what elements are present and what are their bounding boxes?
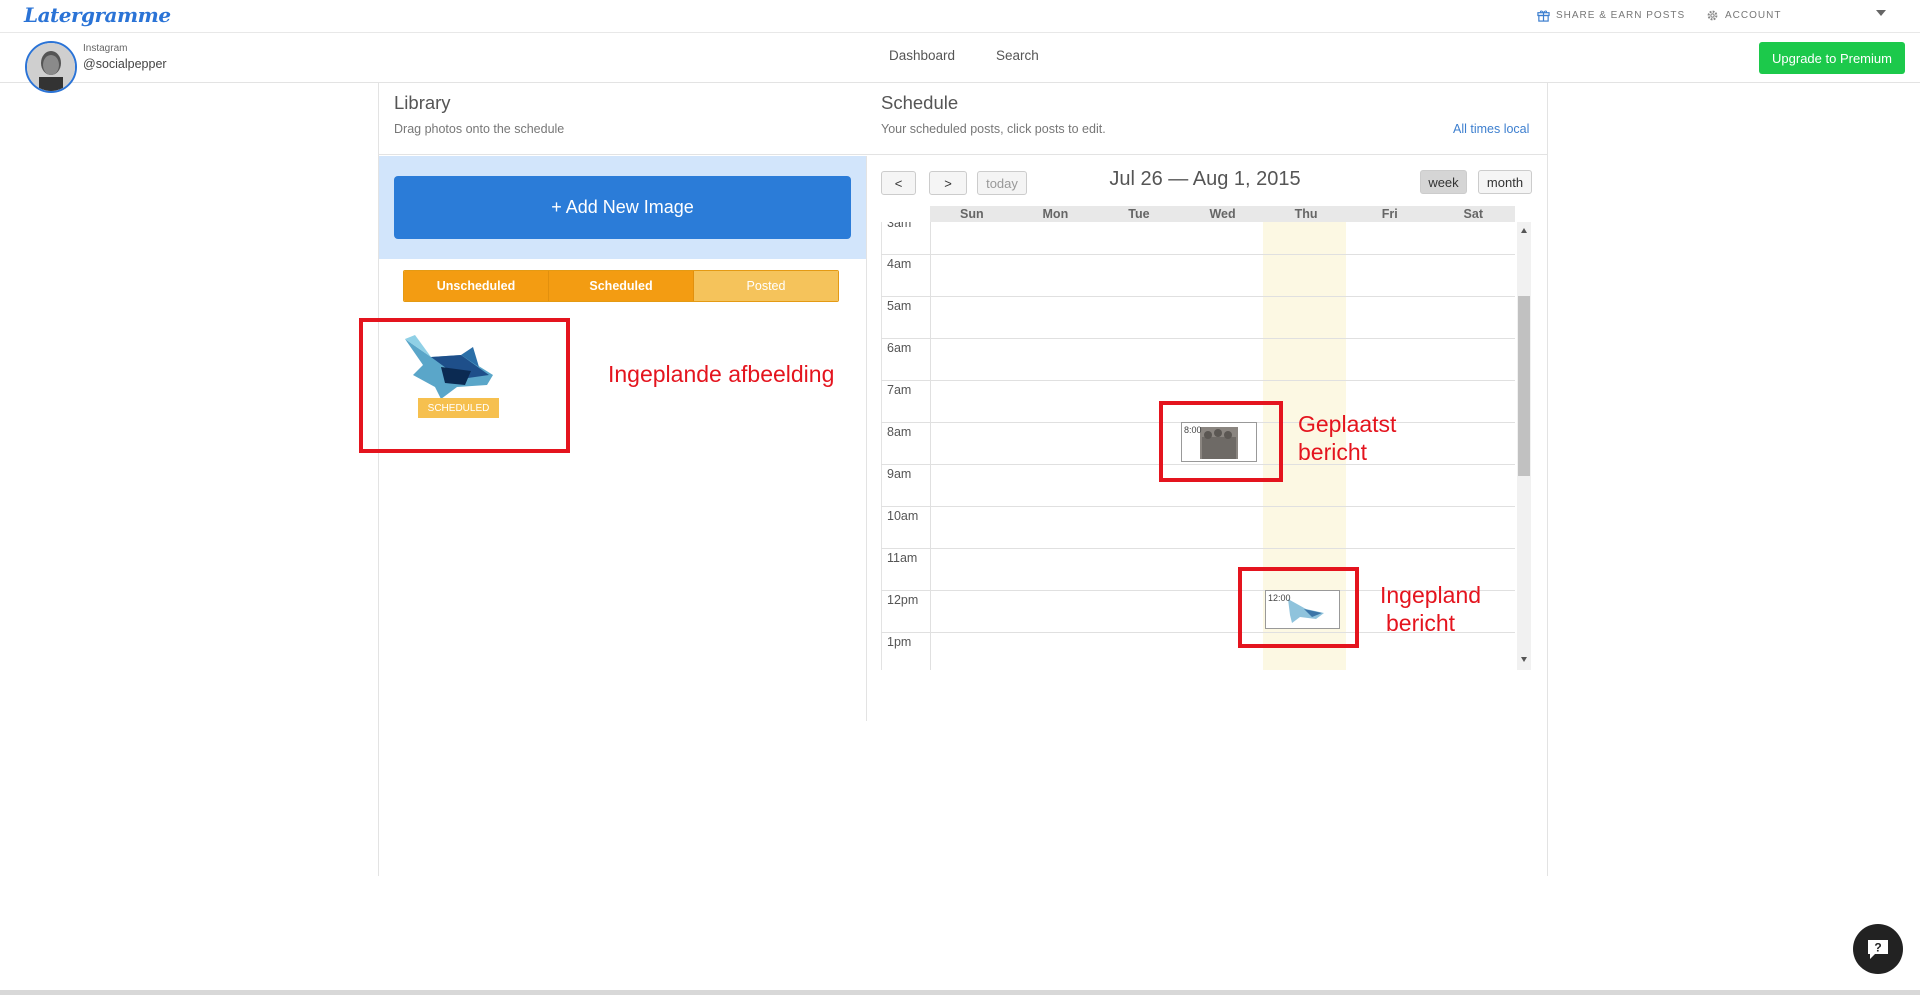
day-header-tue: Tue xyxy=(1128,207,1150,221)
day-header-sun: Sun xyxy=(959,207,984,221)
filter-unscheduled[interactable]: Unscheduled xyxy=(404,271,549,301)
hour-label: 1pm xyxy=(887,635,912,649)
event-time: 12:00 xyxy=(1268,593,1291,603)
account-type: Instagram xyxy=(83,43,128,54)
next-week-button[interactable]: > xyxy=(929,171,967,195)
account-label: ACCOUNT xyxy=(1725,10,1782,21)
gear-icon xyxy=(1707,10,1718,21)
column-divider xyxy=(866,156,867,721)
hour-line xyxy=(881,380,1515,381)
calendar-date-range: Jul 26 — Aug 1, 2015 xyxy=(1109,168,1301,190)
library-filter-tabs: Unscheduled Scheduled Posted xyxy=(403,270,839,302)
hour-label: 11am xyxy=(887,551,918,565)
question-chat-icon: ? xyxy=(1868,940,1888,959)
share-earn-link[interactable]: SHARE & EARN POSTS xyxy=(1537,9,1685,22)
annotation-box-library-image xyxy=(359,318,570,453)
nav-dashboard[interactable]: Dashboard xyxy=(889,48,955,63)
svg-text:?: ? xyxy=(1874,941,1881,955)
hour-label: 8am xyxy=(887,425,912,439)
annotation-box-scheduled xyxy=(1238,567,1359,648)
top-bar: Latergramme SHARE & EARN POSTS ACCOUNT xyxy=(0,0,1920,33)
account-menu[interactable]: ACCOUNT xyxy=(1706,9,1781,22)
annotation-scheduled-line2: bericht xyxy=(1386,610,1456,636)
calendar-scroll-thumb[interactable] xyxy=(1518,296,1530,476)
schedule-subtitle: Your scheduled posts, click posts to edi… xyxy=(881,122,1106,136)
times-local-link[interactable]: All times local xyxy=(1453,122,1529,136)
annotation-library-image: Ingeplande afbeelding xyxy=(608,361,835,387)
bottom-strip xyxy=(0,990,1920,995)
hour-label: 5am xyxy=(887,299,912,313)
day-header-fri: Fri xyxy=(1381,207,1398,221)
calendar-day-header: Sun Mon Tue Wed Thu Fri Sat xyxy=(930,206,1515,222)
scroll-down-icon[interactable] xyxy=(1521,657,1527,662)
time-gutter-divider xyxy=(930,222,931,670)
chevron-down-icon[interactable] xyxy=(1876,10,1886,16)
prev-week-button[interactable]: < xyxy=(881,171,916,195)
library-title: Library xyxy=(394,92,451,113)
help-chat-button[interactable]: ? xyxy=(1853,924,1903,974)
hour-line xyxy=(881,548,1515,549)
hour-label: 12pm xyxy=(887,593,919,607)
hour-label: 6am xyxy=(887,341,912,355)
nav-search[interactable]: Search xyxy=(996,48,1039,63)
account-handle: @socialpepper xyxy=(83,57,167,71)
event-time: 8:00 xyxy=(1184,425,1202,435)
header-divider xyxy=(378,154,1548,155)
annotation-scheduled-line1: Ingepland xyxy=(1380,582,1482,608)
month-view-button[interactable]: month xyxy=(1478,170,1532,194)
hour-line xyxy=(881,506,1515,507)
filter-posted[interactable]: Posted xyxy=(694,271,838,301)
today-button[interactable]: today xyxy=(977,171,1027,195)
library-subtitle: Drag photos onto the schedule xyxy=(394,122,565,136)
day-header-mon: Mon xyxy=(1042,207,1069,221)
hour-line xyxy=(881,338,1515,339)
week-view-button[interactable]: week xyxy=(1420,170,1467,194)
add-new-image-button[interactable]: + Add New Image xyxy=(394,176,851,239)
annotation-posted-line1: Geplaatst xyxy=(1298,411,1397,437)
share-earn-label: SHARE & EARN POSTS xyxy=(1556,10,1686,21)
hour-label: 9am xyxy=(887,467,912,481)
annotation-posted-line2: bericht xyxy=(1298,439,1368,465)
container-right-border xyxy=(1547,83,1548,876)
hour-label: 10am xyxy=(887,509,919,523)
hour-label: 4am xyxy=(887,257,912,271)
hour-line xyxy=(881,254,1515,255)
hour-line xyxy=(881,296,1515,297)
avatar[interactable] xyxy=(25,41,77,93)
annotation-box-posted xyxy=(1159,401,1283,482)
nav-bar: Instagram @socialpepper Dashboard Search… xyxy=(0,33,1920,93)
hour-label: 7am xyxy=(887,383,912,397)
day-header-sat: Sat xyxy=(1463,207,1483,221)
scroll-up-icon[interactable] xyxy=(1521,228,1527,233)
day-header-wed: Wed xyxy=(1209,207,1236,221)
day-header-thu: Thu xyxy=(1294,207,1318,221)
avatar-photo xyxy=(27,43,75,91)
schedule-title: Schedule xyxy=(881,92,959,113)
filter-scheduled[interactable]: Scheduled xyxy=(549,271,694,301)
hour-label: 3am xyxy=(887,216,912,230)
upgrade-button[interactable]: Upgrade to Premium xyxy=(1759,42,1905,74)
gift-icon xyxy=(1537,10,1550,22)
app-logo[interactable]: Latergramme xyxy=(24,3,171,27)
